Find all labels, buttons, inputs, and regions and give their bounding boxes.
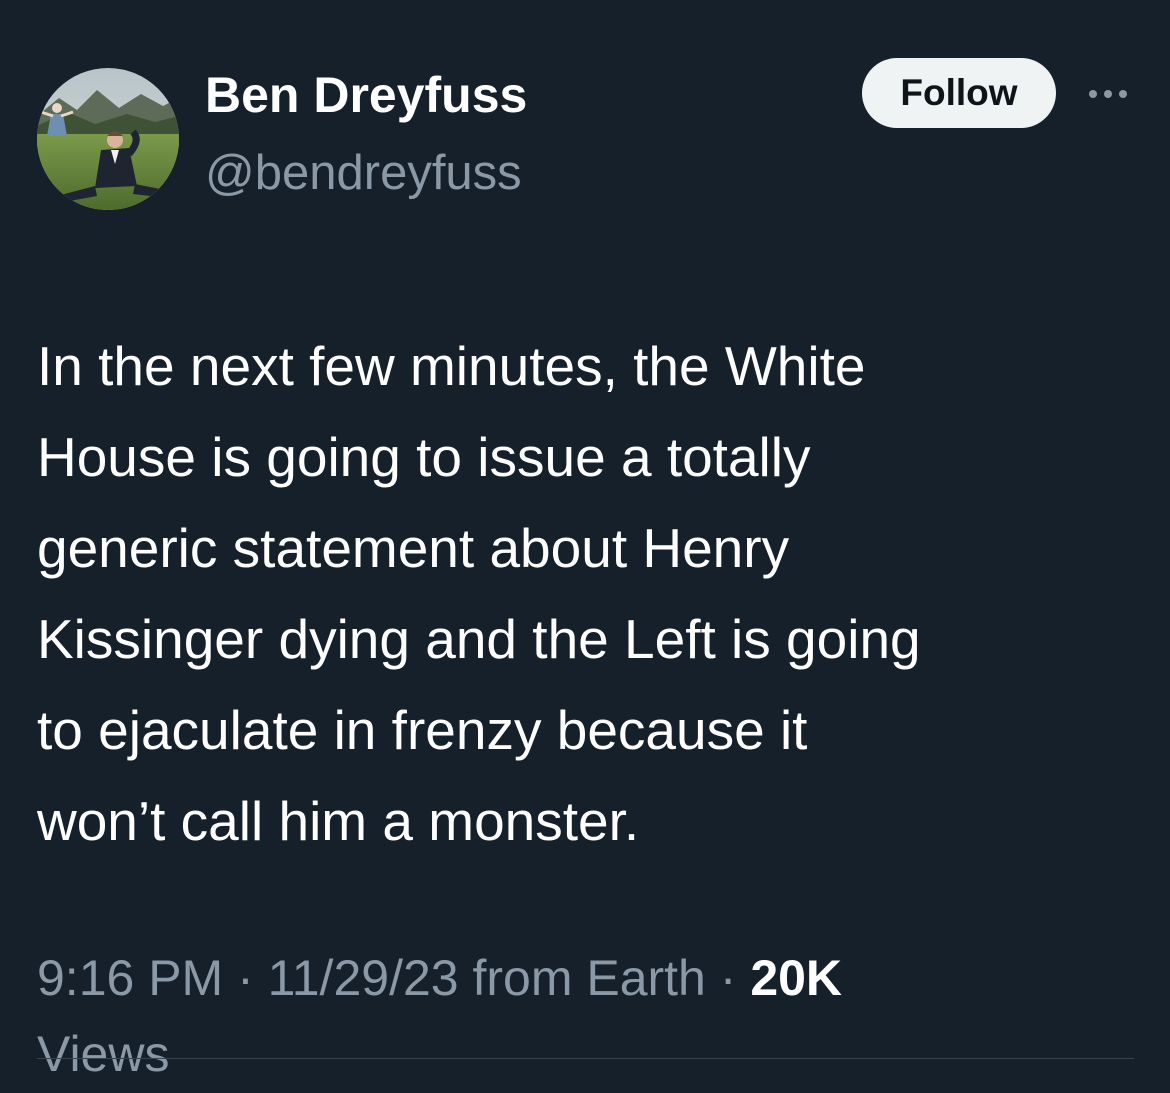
tweet-text-line: to ejaculate in frenzy because it [37, 699, 808, 761]
meta-separator: · [705, 950, 751, 1006]
divider [37, 1058, 1134, 1059]
tweet-metadata-line: 9:16 PM · 11/29/23 from Earth · 20K [37, 940, 1137, 1016]
tweet-metadata: 9:16 PM · 11/29/23 from Earth · 20K View… [37, 940, 1137, 1092]
meta-separator: · [223, 950, 268, 1006]
author-handle[interactable]: @bendreyfuss [205, 140, 522, 206]
tweet-text-line: won’t call him a monster. [37, 790, 640, 852]
tweet-card: Ben Dreyfuss @bendreyfuss Follow In the … [0, 0, 1170, 1093]
tweet-timestamp[interactable]: 9:16 PM [37, 950, 223, 1006]
tweet-text-line: generic statement about Henry [37, 517, 790, 579]
profile-photo-meadow-avatar-icon [37, 68, 179, 210]
more-options-button[interactable] [1085, 80, 1131, 108]
author-display-name[interactable]: Ben Dreyfuss [205, 62, 527, 128]
follow-button[interactable]: Follow [862, 58, 1056, 128]
tweet-date[interactable]: 11/29/23 [268, 950, 459, 1006]
more-options-icon [1089, 90, 1127, 98]
tweet-text-line: Kissinger dying and the Left is going [37, 608, 921, 670]
views-label[interactable]: Views [37, 1016, 1137, 1092]
tweet-source: from Earth [458, 950, 706, 1006]
views-count[interactable]: 20K [750, 950, 842, 1006]
tweet-text: In the next few minutes, the White House… [37, 321, 1137, 867]
tweet-text-line: In the next few minutes, the White [37, 335, 866, 397]
avatar[interactable] [37, 68, 179, 210]
tweet-text-line: House is going to issue a totally [37, 426, 811, 488]
